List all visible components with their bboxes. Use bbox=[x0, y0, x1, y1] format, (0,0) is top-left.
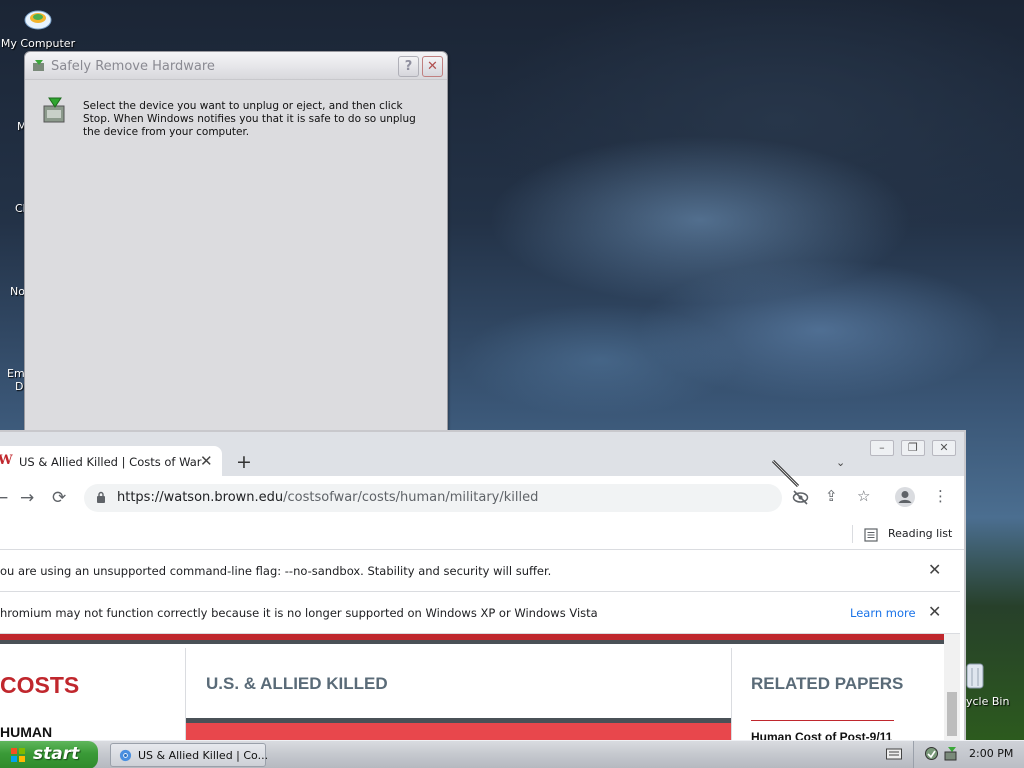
human-nav-link[interactable]: HUMAN bbox=[0, 724, 52, 740]
taskbar-item-chrome[interactable]: US & Allied Killed | Co... bbox=[110, 743, 269, 767]
profile-avatar-icon[interactable] bbox=[894, 486, 916, 508]
srh-title: Safely Remove Hardware bbox=[51, 59, 215, 74]
window-frame-buttons: – ❐ ✕ bbox=[868, 436, 956, 456]
tab-strip: W US & Allied Killed | Costs of War ✕ + … bbox=[0, 432, 964, 476]
desktop-icon-recycle-bin[interactable]: ycle Bin bbox=[958, 658, 1024, 718]
window-close-button[interactable]: ✕ bbox=[932, 440, 956, 456]
site-header-bar bbox=[0, 634, 944, 644]
system-tray: 2:00 PM bbox=[913, 741, 1024, 768]
browser-toolbar: ← → ⟳ https://watson.brown.edu/costsofwa… bbox=[0, 476, 964, 520]
my-computer-label: My Computer bbox=[0, 37, 76, 50]
new-tab-button[interactable]: + bbox=[236, 451, 252, 473]
close-button[interactable]: ✕ bbox=[422, 56, 443, 77]
tab-title: US & Allied Killed | Costs of War bbox=[19, 455, 202, 469]
left-nav-column: COSTS HUMAN bbox=[0, 648, 186, 740]
share-icon[interactable]: ⇪ bbox=[825, 487, 838, 505]
taskbar: start US & Allied Killed | Co... 2:00 PM bbox=[0, 740, 1024, 768]
site-favicon-icon: W bbox=[0, 453, 13, 468]
page-title: U.S. & ALLIED KILLED bbox=[206, 674, 388, 693]
srh-instruction: Select the device you want to unplug or … bbox=[83, 100, 416, 138]
learn-more-link[interactable]: Learn more bbox=[850, 606, 916, 620]
my-computer-icon bbox=[24, 10, 52, 30]
page-scrollbar[interactable] bbox=[944, 634, 960, 740]
network-status-icon[interactable] bbox=[924, 746, 939, 761]
column-divider bbox=[731, 648, 732, 740]
safely-remove-hardware-window[interactable]: Safely Remove Hardware ? ✕ Select the de… bbox=[24, 51, 448, 431]
restore-button[interactable]: ❐ bbox=[900, 440, 925, 456]
reading-list-icon bbox=[864, 528, 878, 542]
infobar-unsupported-os: hromium may not function correctly becau… bbox=[0, 592, 960, 634]
tab-close-icon[interactable]: ✕ bbox=[200, 452, 213, 470]
infobar-close-icon[interactable]: ✕ bbox=[928, 560, 941, 579]
url-text[interactable]: https://watson.brown.edu/costsofwar/cost… bbox=[117, 490, 538, 505]
srh-titlebar[interactable]: Safely Remove Hardware ? ✕ bbox=[25, 52, 447, 80]
bookmarks-separator bbox=[852, 525, 853, 543]
keyboard-icon[interactable] bbox=[886, 747, 902, 761]
recycle-bin-label: ycle Bin bbox=[966, 695, 1010, 708]
forward-icon[interactable]: → bbox=[20, 488, 34, 508]
recycle-bin-icon bbox=[966, 663, 984, 689]
start-label: start bbox=[33, 744, 80, 764]
infobar-message: ou are using an unsupported command-line… bbox=[0, 564, 552, 578]
bookmarks-bar: Reading list bbox=[0, 520, 964, 550]
reading-list-button[interactable]: Reading list bbox=[888, 527, 952, 540]
bookmark-star-icon[interactable]: ☆ bbox=[857, 487, 870, 505]
windows-logo-icon bbox=[11, 748, 25, 762]
clock: 2:00 PM bbox=[969, 747, 1014, 760]
chrome-menu-icon[interactable]: ⋮ bbox=[933, 487, 948, 505]
infobar-close-icon[interactable]: ✕ bbox=[928, 602, 941, 621]
related-divider bbox=[751, 720, 894, 721]
safely-remove-hardware-icon bbox=[43, 97, 65, 123]
content-banner bbox=[186, 718, 732, 740]
url-path: /costsofwar/costs/human/military/killed bbox=[283, 490, 539, 505]
scrollbar-thumb[interactable] bbox=[947, 692, 957, 736]
minimize-button[interactable]: – bbox=[869, 440, 894, 456]
desktop-icon-my-computer[interactable]: My Computer bbox=[0, 6, 76, 50]
chrome-window[interactable]: W US & Allied Killed | Costs of War ✕ + … bbox=[0, 430, 966, 742]
tracking-eye-off-icon[interactable] bbox=[792, 490, 809, 505]
chromium-icon bbox=[119, 749, 132, 762]
safely-remove-tray-icon[interactable] bbox=[943, 746, 959, 762]
infobar-message: hromium may not function correctly becau… bbox=[0, 606, 598, 620]
tab-costs-of-war[interactable]: W US & Allied Killed | Costs of War ✕ bbox=[0, 446, 222, 476]
help-button[interactable]: ? bbox=[398, 56, 419, 77]
infobar-no-sandbox: ou are using an unsupported command-line… bbox=[0, 550, 960, 592]
lock-icon bbox=[97, 491, 105, 503]
address-bar[interactable]: https://watson.brown.edu/costsofwar/cost… bbox=[84, 484, 782, 512]
hardware-icon bbox=[33, 60, 44, 71]
web-page-content: COSTS HUMAN U.S. & ALLIED KILLED RELATED… bbox=[0, 634, 944, 740]
start-button[interactable]: start bbox=[0, 741, 98, 768]
desktop-label-partial[interactable]: No bbox=[10, 285, 25, 298]
costs-heading[interactable]: COSTS bbox=[0, 672, 79, 699]
related-papers-heading: RELATED PAPERS bbox=[751, 674, 904, 693]
taskbar-item-label: US & Allied Killed | Co... bbox=[138, 749, 269, 762]
back-icon[interactable]: ← bbox=[0, 488, 8, 508]
tab-search-chevron-icon[interactable]: ⌄ bbox=[836, 456, 845, 469]
reload-icon[interactable]: ⟳ bbox=[52, 488, 66, 508]
mouse-cursor-icon bbox=[771, 459, 800, 488]
url-host: https://watson.brown.edu bbox=[117, 490, 284, 505]
